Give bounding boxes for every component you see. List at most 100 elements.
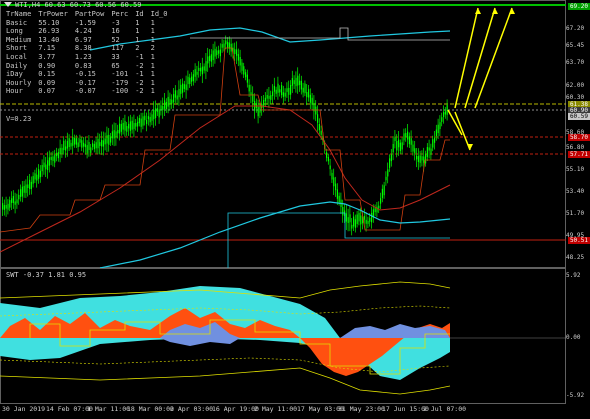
table-row: Long 26.93 4.24 16 1 1 — [6, 27, 174, 36]
price-tag: 69.20 — [568, 3, 590, 10]
table-row: Local 3.77 1.23 33 -1 1 — [6, 53, 174, 62]
candle-body — [219, 49, 221, 57]
table-cell: 6.97 — [74, 35, 92, 44]
candle-body — [272, 91, 274, 97]
table-cell: 55.10 — [38, 18, 60, 27]
price-axis-tick: 60.30 — [566, 94, 585, 101]
candle-body — [434, 137, 436, 143]
candle-body — [444, 111, 446, 115]
candle-body — [66, 140, 68, 149]
table-cell: 65 — [111, 61, 120, 70]
candle-body — [246, 74, 248, 83]
candle-body — [128, 123, 130, 129]
time-axis-tick: 31 May 23:00 — [338, 405, 385, 413]
table-cell: 1 — [150, 52, 155, 61]
candle-body — [221, 44, 223, 48]
candle-body — [311, 97, 313, 105]
candle-body — [401, 142, 403, 150]
candle-body — [225, 40, 227, 45]
candle-body — [113, 130, 115, 139]
chart-menu-triangle-icon[interactable] — [4, 2, 12, 7]
candle-body — [99, 142, 101, 146]
candle-body — [198, 67, 200, 71]
candle-body — [277, 83, 279, 93]
candle-body — [441, 117, 443, 122]
candle-body — [83, 142, 85, 147]
price-axis-tick: 65.45 — [566, 42, 585, 49]
table-cell: 1 — [150, 27, 155, 36]
candle-body — [295, 77, 297, 87]
candle-body — [410, 138, 412, 145]
candle-body — [259, 106, 261, 113]
candle-body — [16, 199, 18, 204]
candle-body — [165, 102, 167, 110]
candle-body — [75, 138, 77, 145]
candle-body — [95, 142, 97, 149]
candle-body — [182, 83, 184, 93]
candle-body — [158, 109, 160, 118]
v-value-label: V=0.23 — [6, 115, 32, 123]
table-cell: -2 — [135, 87, 144, 96]
candle-body — [416, 155, 418, 160]
chart-symbol-ohlc: WTI,H4 60.63 60.73 60.56 60.59 — [15, 1, 142, 9]
table-cell: 33 — [111, 52, 120, 61]
candle-body — [300, 80, 302, 90]
table-cell: -179 — [111, 78, 129, 87]
candle-body — [241, 62, 243, 71]
candle-body — [135, 123, 137, 127]
candle-body — [349, 214, 351, 223]
table-row: Daily 0.90 0.83 65 -2 1 — [6, 62, 174, 71]
price-tag: 57.71 — [568, 151, 590, 158]
table-cell: Local — [6, 52, 28, 61]
candle-body — [27, 184, 29, 189]
candle-body — [405, 132, 407, 137]
candle-body — [302, 87, 304, 93]
candle-body — [268, 95, 270, 99]
candle-body — [243, 66, 245, 75]
table-row: Medium 13.40 6.97 52 1 1 — [6, 36, 174, 45]
table-cell: 1 — [135, 27, 140, 36]
candle-body — [270, 95, 272, 100]
candle-body — [2, 203, 4, 210]
table-cell: 0.90 — [38, 61, 56, 70]
forecast-arrow-head — [475, 8, 481, 14]
candle-body — [7, 203, 9, 210]
table-header-cell: Perc — [111, 10, 129, 18]
candle-body — [414, 148, 416, 154]
candle-body — [32, 176, 34, 184]
candle-body — [92, 143, 94, 147]
candle-body — [309, 94, 311, 103]
swt-indicator-panel[interactable] — [0, 268, 590, 404]
candle-body — [74, 137, 76, 145]
candle-body — [207, 56, 209, 64]
price-axis-tick: 56.80 — [566, 144, 585, 151]
candle-body — [97, 138, 99, 149]
candle-body — [266, 95, 268, 99]
candle-body — [437, 124, 439, 134]
table-header-cell: TrName — [6, 10, 32, 18]
candle-body — [430, 148, 432, 155]
candle-body — [347, 217, 349, 223]
candle-body — [398, 139, 400, 148]
forecast-arrows — [447, 7, 515, 151]
candle-body — [318, 123, 320, 131]
candle-body — [369, 217, 371, 222]
candle-body — [396, 140, 398, 151]
candle-body — [29, 179, 31, 190]
table-cell: -0.15 — [74, 70, 96, 79]
candle-body — [288, 87, 290, 95]
candle-body — [119, 123, 121, 134]
candle-body — [9, 200, 11, 208]
table-cell: Long — [6, 27, 23, 36]
candle-body — [155, 108, 157, 118]
table-header-cell: Id — [135, 10, 144, 18]
candle-body — [50, 156, 52, 161]
table-cell: -0.17 — [74, 78, 96, 87]
candle-body — [192, 74, 194, 82]
candle-body — [189, 77, 191, 84]
candle-body — [162, 106, 164, 111]
candle-body — [308, 89, 310, 98]
candle-body — [65, 146, 67, 151]
time-axis: 30 Jan 2019 14 Feb 07:00 1 Mar 11:00 18 Mar… — [0, 404, 590, 419]
candle-body — [403, 133, 405, 141]
